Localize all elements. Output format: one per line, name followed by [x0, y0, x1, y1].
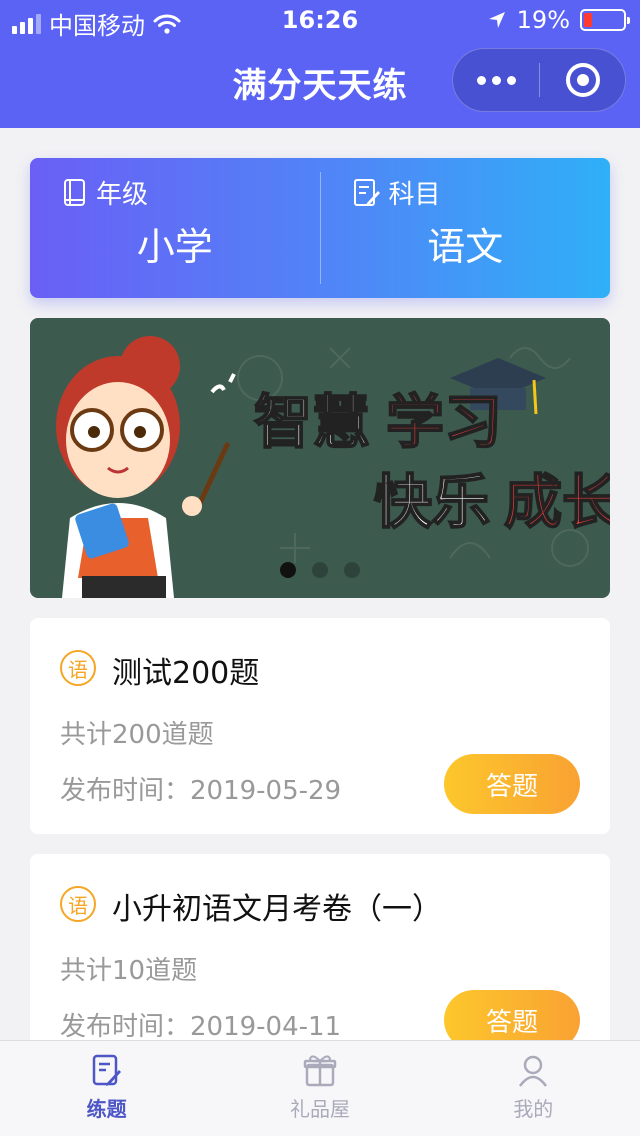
tab-practice[interactable]: 练题 — [0, 1041, 213, 1136]
tab-profile-label: 我的 — [513, 1097, 554, 1121]
close-miniprogram-button[interactable] — [540, 63, 625, 97]
subject-label: 科目 — [388, 180, 441, 210]
battery-percent: 19% — [516, 6, 570, 34]
banner-carousel[interactable]: 智慧 学习 快乐 成长 — [30, 318, 610, 598]
tab-profile[interactable]: 我的 — [427, 1041, 640, 1136]
grade-value: 小学 — [136, 225, 213, 269]
subject-badge: 语 — [60, 886, 96, 922]
tab-practice-label: 练题 — [86, 1097, 127, 1121]
edit-note-icon — [353, 178, 380, 206]
exam-card[interactable]: 语 测试200题 共计200道题 发布时间：2019-05-29 答题 — [30, 618, 610, 834]
banner-slogan-1b: 学习 — [386, 388, 502, 456]
profile-icon — [519, 1055, 548, 1087]
exam-card[interactable]: 语 小升初语文月考卷（一） 共计10道题 发布时间：2019-04-11 答题 — [30, 854, 610, 1070]
answer-button[interactable]: 答题 — [444, 754, 580, 814]
book-icon — [64, 178, 85, 206]
banner-slogan-2a: 快乐 — [374, 468, 490, 536]
header: 中国移动 16:26 19% 满分天天练 — [0, 0, 640, 128]
location-arrow-icon — [488, 12, 505, 28]
question-count: 共计200道题 — [60, 720, 214, 750]
subject-badge: 语 — [60, 650, 96, 686]
exam-title: 小升初语文月考卷（一） — [112, 892, 442, 927]
exam-title: 测试200题 — [112, 656, 260, 691]
subject-value: 语文 — [427, 225, 504, 269]
banner-slogan-2b: 成长 — [504, 468, 610, 536]
tab-bar: 练题 礼品屋 我的 — [0, 1040, 640, 1136]
question-count: 共计10道题 — [60, 956, 198, 986]
grade-selector[interactable]: 年级 小学 — [30, 158, 320, 298]
status-bar: 中国移动 16:26 19% — [0, 0, 640, 40]
carousel-dot[interactable] — [312, 562, 328, 578]
tab-gift-shop[interactable]: 礼品屋 — [213, 1041, 426, 1136]
banner-slogan-1a: 智慧 — [254, 388, 370, 456]
carousel-indicator — [30, 562, 610, 578]
banner-illustration: 智慧 学习 快乐 成长 — [56, 336, 610, 598]
carousel-dot[interactable] — [344, 562, 360, 578]
gift-icon — [303, 1055, 337, 1087]
grade-label: 年级 — [96, 180, 149, 210]
tab-gift-label: 礼品屋 — [289, 1097, 350, 1121]
subject-selector[interactable]: 科目 语文 — [321, 158, 611, 298]
practice-icon — [92, 1054, 121, 1086]
grade-subject-selector: 年级 小学 科目 语文 — [30, 158, 610, 298]
target-icon — [565, 63, 600, 97]
carousel-dot[interactable] — [280, 562, 296, 578]
publish-date: 发布时间：2019-04-11 — [60, 1012, 342, 1042]
miniprogram-capsule — [452, 48, 626, 112]
more-menu-icon[interactable] — [453, 75, 539, 85]
publish-date: 发布时间：2019-05-29 — [60, 776, 342, 806]
battery-icon — [580, 9, 630, 31]
